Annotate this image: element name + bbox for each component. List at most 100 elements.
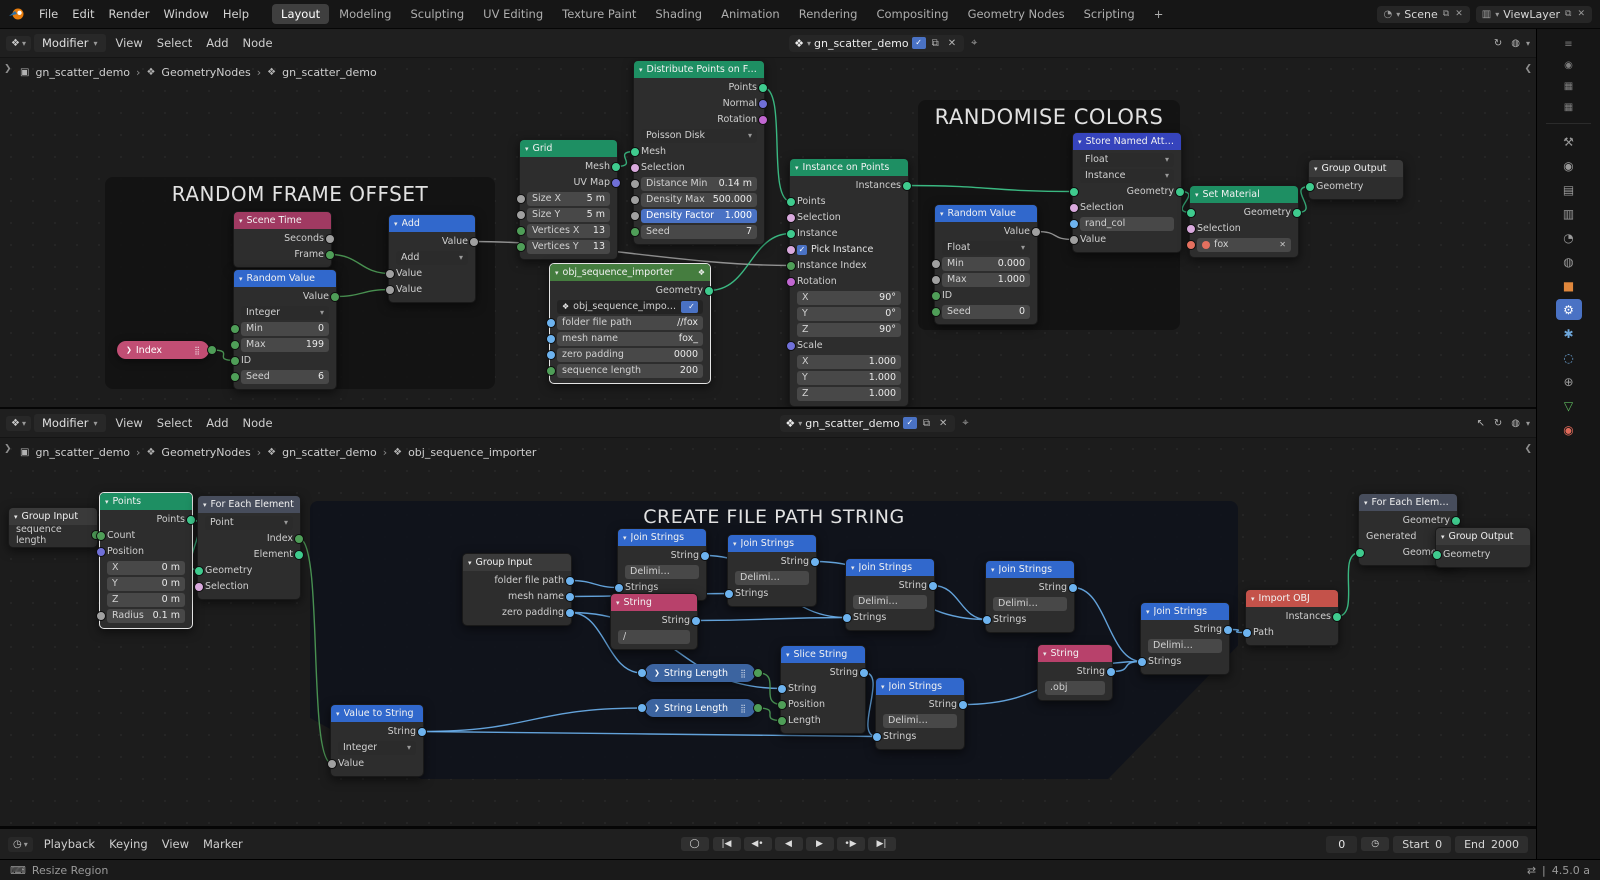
collapse-icon[interactable]: ▾ [623, 534, 627, 542]
node-random_value2[interactable]: ▾ Random Value Value Float ▾ Min 0.000 Max 1.000… [931, 204, 1041, 325]
fake-user-toggle[interactable]: ✓ [680, 300, 698, 313]
input-socket[interactable] [724, 588, 734, 599]
node-header[interactable]: ▾ String [611, 594, 697, 611]
drag-handle-icon[interactable]: ⣿ [740, 669, 746, 678]
mode-dropdown[interactable]: Modifier ▾ [33, 414, 106, 432]
node-distribute[interactable]: ▾ Distribute Points on Faces Points Normal R… [630, 60, 768, 245]
value-field[interactable]: Y 0° [797, 306, 901, 321]
input-socket[interactable] [546, 349, 556, 360]
output-socket[interactable] [1223, 624, 1233, 635]
value-field[interactable]: rand_col [1080, 216, 1174, 231]
editor-type-button[interactable]: ❖ ▾ [6, 35, 31, 51]
node-header[interactable]: ▾ Store Named Attri… [1073, 133, 1181, 150]
header-menu-add[interactable]: Add [199, 34, 235, 52]
node-row[interactable]: Point ▾ [202, 515, 296, 530]
input-socket[interactable] [194, 581, 204, 592]
input-socket[interactable] [786, 212, 796, 223]
value-field[interactable]: .obj [1045, 680, 1105, 695]
menu-help[interactable]: Help [216, 5, 256, 23]
toolbar-toggle-icon[interactable]: ❯ [4, 444, 12, 454]
input-socket[interactable] [1069, 202, 1079, 213]
output-socket[interactable] [1031, 226, 1041, 237]
play-button[interactable]: ▶ [805, 837, 834, 851]
collapse-icon[interactable]: ▾ [555, 269, 559, 277]
node-row[interactable]: Float ▾ [1077, 152, 1177, 167]
input-socket[interactable] [516, 193, 526, 204]
node-header[interactable]: ▾ Instance on Points [790, 159, 908, 176]
node-row[interactable]: Integer ▾ [238, 305, 332, 320]
header-menu-node[interactable]: Node [236, 34, 280, 52]
node-row[interactable]: folder file path //fox [546, 315, 706, 330]
input-socket[interactable] [630, 194, 640, 205]
node-row[interactable]: Vertices Y 13 [516, 239, 613, 254]
node-header[interactable]: ▾ For Each Element [198, 496, 300, 513]
node-header[interactable]: ▾ Join Strings [728, 535, 816, 552]
output-socket[interactable] [758, 82, 768, 93]
node-header[interactable]: ▾ Slice String [781, 646, 865, 663]
node-header[interactable]: ▾ Join Strings [986, 561, 1074, 578]
node-canvas-bottom[interactable]: ▣ gn_scatter_demo › ❖ GeometryNodes › ❖ gn_scat… [0, 438, 1536, 826]
select-field[interactable]: Instance ▾ [1080, 168, 1174, 183]
node-points2[interactable]: ▾ Points Points Count Position X 0 mY0 mZ0 m Ra… [96, 492, 196, 629]
node-string2[interactable]: ▾ String String .obj [1037, 644, 1116, 701]
image-icon[interactable]: ▦ [1557, 77, 1581, 95]
header-menu-add[interactable]: Add [199, 414, 235, 432]
node-len1[interactable]: ❯ String Length ⣿ [637, 664, 763, 682]
node-group_output1[interactable]: ▾ Group Output Geometry [1305, 159, 1404, 200]
viewlayer-icon[interactable]: ▥ [1556, 203, 1582, 224]
node-row[interactable]: X 90° [794, 290, 904, 305]
node-header[interactable]: ▾ Scene Time [234, 212, 331, 229]
value-field[interactable]: Seed 6 [241, 369, 329, 384]
node-header[interactable]: ▾ obj_sequence_importer ❖ [550, 264, 710, 281]
node-header[interactable]: ▾ Import OBJ [1246, 590, 1338, 607]
node-row[interactable]: rand_col [1069, 216, 1177, 231]
node-row[interactable]: Max 1.000 [931, 272, 1033, 287]
node-row[interactable]: Delimi… [732, 570, 812, 585]
material-field[interactable]: fox ✕ [1197, 237, 1291, 252]
input-socket[interactable] [786, 244, 796, 255]
select-field[interactable]: Integer ▾ [338, 740, 416, 755]
output-socket[interactable] [758, 114, 768, 125]
node-group-field[interactable]: ❖ obj_sequence_importer ✓ [557, 299, 703, 314]
output-socket[interactable] [753, 703, 763, 713]
output-socket[interactable] [1451, 515, 1461, 526]
value-field[interactable]: Size X 5 m [527, 191, 610, 206]
header-menu-view[interactable]: View [109, 34, 150, 52]
node-group_output2[interactable]: ▾ Group Output Geometry [1432, 527, 1531, 568]
input-socket[interactable] [516, 225, 526, 236]
jump-start-button[interactable]: |◀ [712, 837, 741, 851]
workspace-tab-compositing[interactable]: Compositing [867, 4, 957, 24]
node-join6[interactable]: ▾ Join Strings String Delimi… Strings [1137, 602, 1233, 675]
value-field[interactable]: X 0 m [107, 560, 185, 575]
node-header[interactable]: ▾ Join Strings [1141, 603, 1229, 620]
view-options-icon[interactable]: ◍ [1508, 38, 1523, 49]
node-header[interactable]: ▾ Join Strings [846, 559, 934, 576]
node-header[interactable]: ▾ Random Value [234, 270, 336, 287]
input-socket[interactable] [327, 758, 337, 769]
node-instance_on_points[interactable]: ▾ Instance on Points Instances Points Select… [786, 158, 912, 407]
value-field[interactable]: mesh name fox_ [557, 331, 703, 346]
node-foreach_left[interactable]: ▾ For Each Element Point ▾ Index Element Geome… [194, 495, 304, 600]
node-join5[interactable]: ▾ Join Strings String Delimi… Strings [872, 677, 968, 750]
value-field[interactable]: Y 0 m [107, 576, 185, 591]
node-row[interactable]: Delimi… [1145, 638, 1225, 653]
collapse-icon[interactable]: ▾ [239, 275, 243, 283]
node-row[interactable]: Instance ▾ [1077, 168, 1177, 183]
node-join3[interactable]: ▾ Join Strings String Delimi… Strings [842, 558, 938, 631]
unlink-icon[interactable]: ✕ [945, 38, 959, 49]
next-keyframe-button[interactable]: •▶ [836, 837, 865, 851]
input-socket[interactable] [630, 162, 640, 173]
go-to-parent-icon[interactable]: ↖ [1473, 418, 1487, 429]
collapse-icon[interactable]: ▾ [1078, 138, 1082, 146]
node-header[interactable]: ▾ Set Material [1190, 186, 1298, 203]
select-field[interactable]: Add ▾ [396, 250, 468, 265]
collapse-icon[interactable]: ▾ [639, 66, 643, 74]
input-socket[interactable] [786, 260, 796, 271]
node-canvas-top[interactable]: ▣ gn_scatter_demo › ❖ GeometryNodes › ❖ gn_scat… [0, 58, 1536, 407]
collapse-icon[interactable]: ▾ [1043, 650, 1047, 658]
value-field[interactable]: Max 1.000 [942, 272, 1030, 287]
input-socket[interactable] [1305, 181, 1315, 192]
output-socket[interactable] [611, 161, 621, 172]
collapse-icon[interactable]: ▾ [468, 559, 472, 567]
input-socket[interactable] [230, 339, 240, 350]
